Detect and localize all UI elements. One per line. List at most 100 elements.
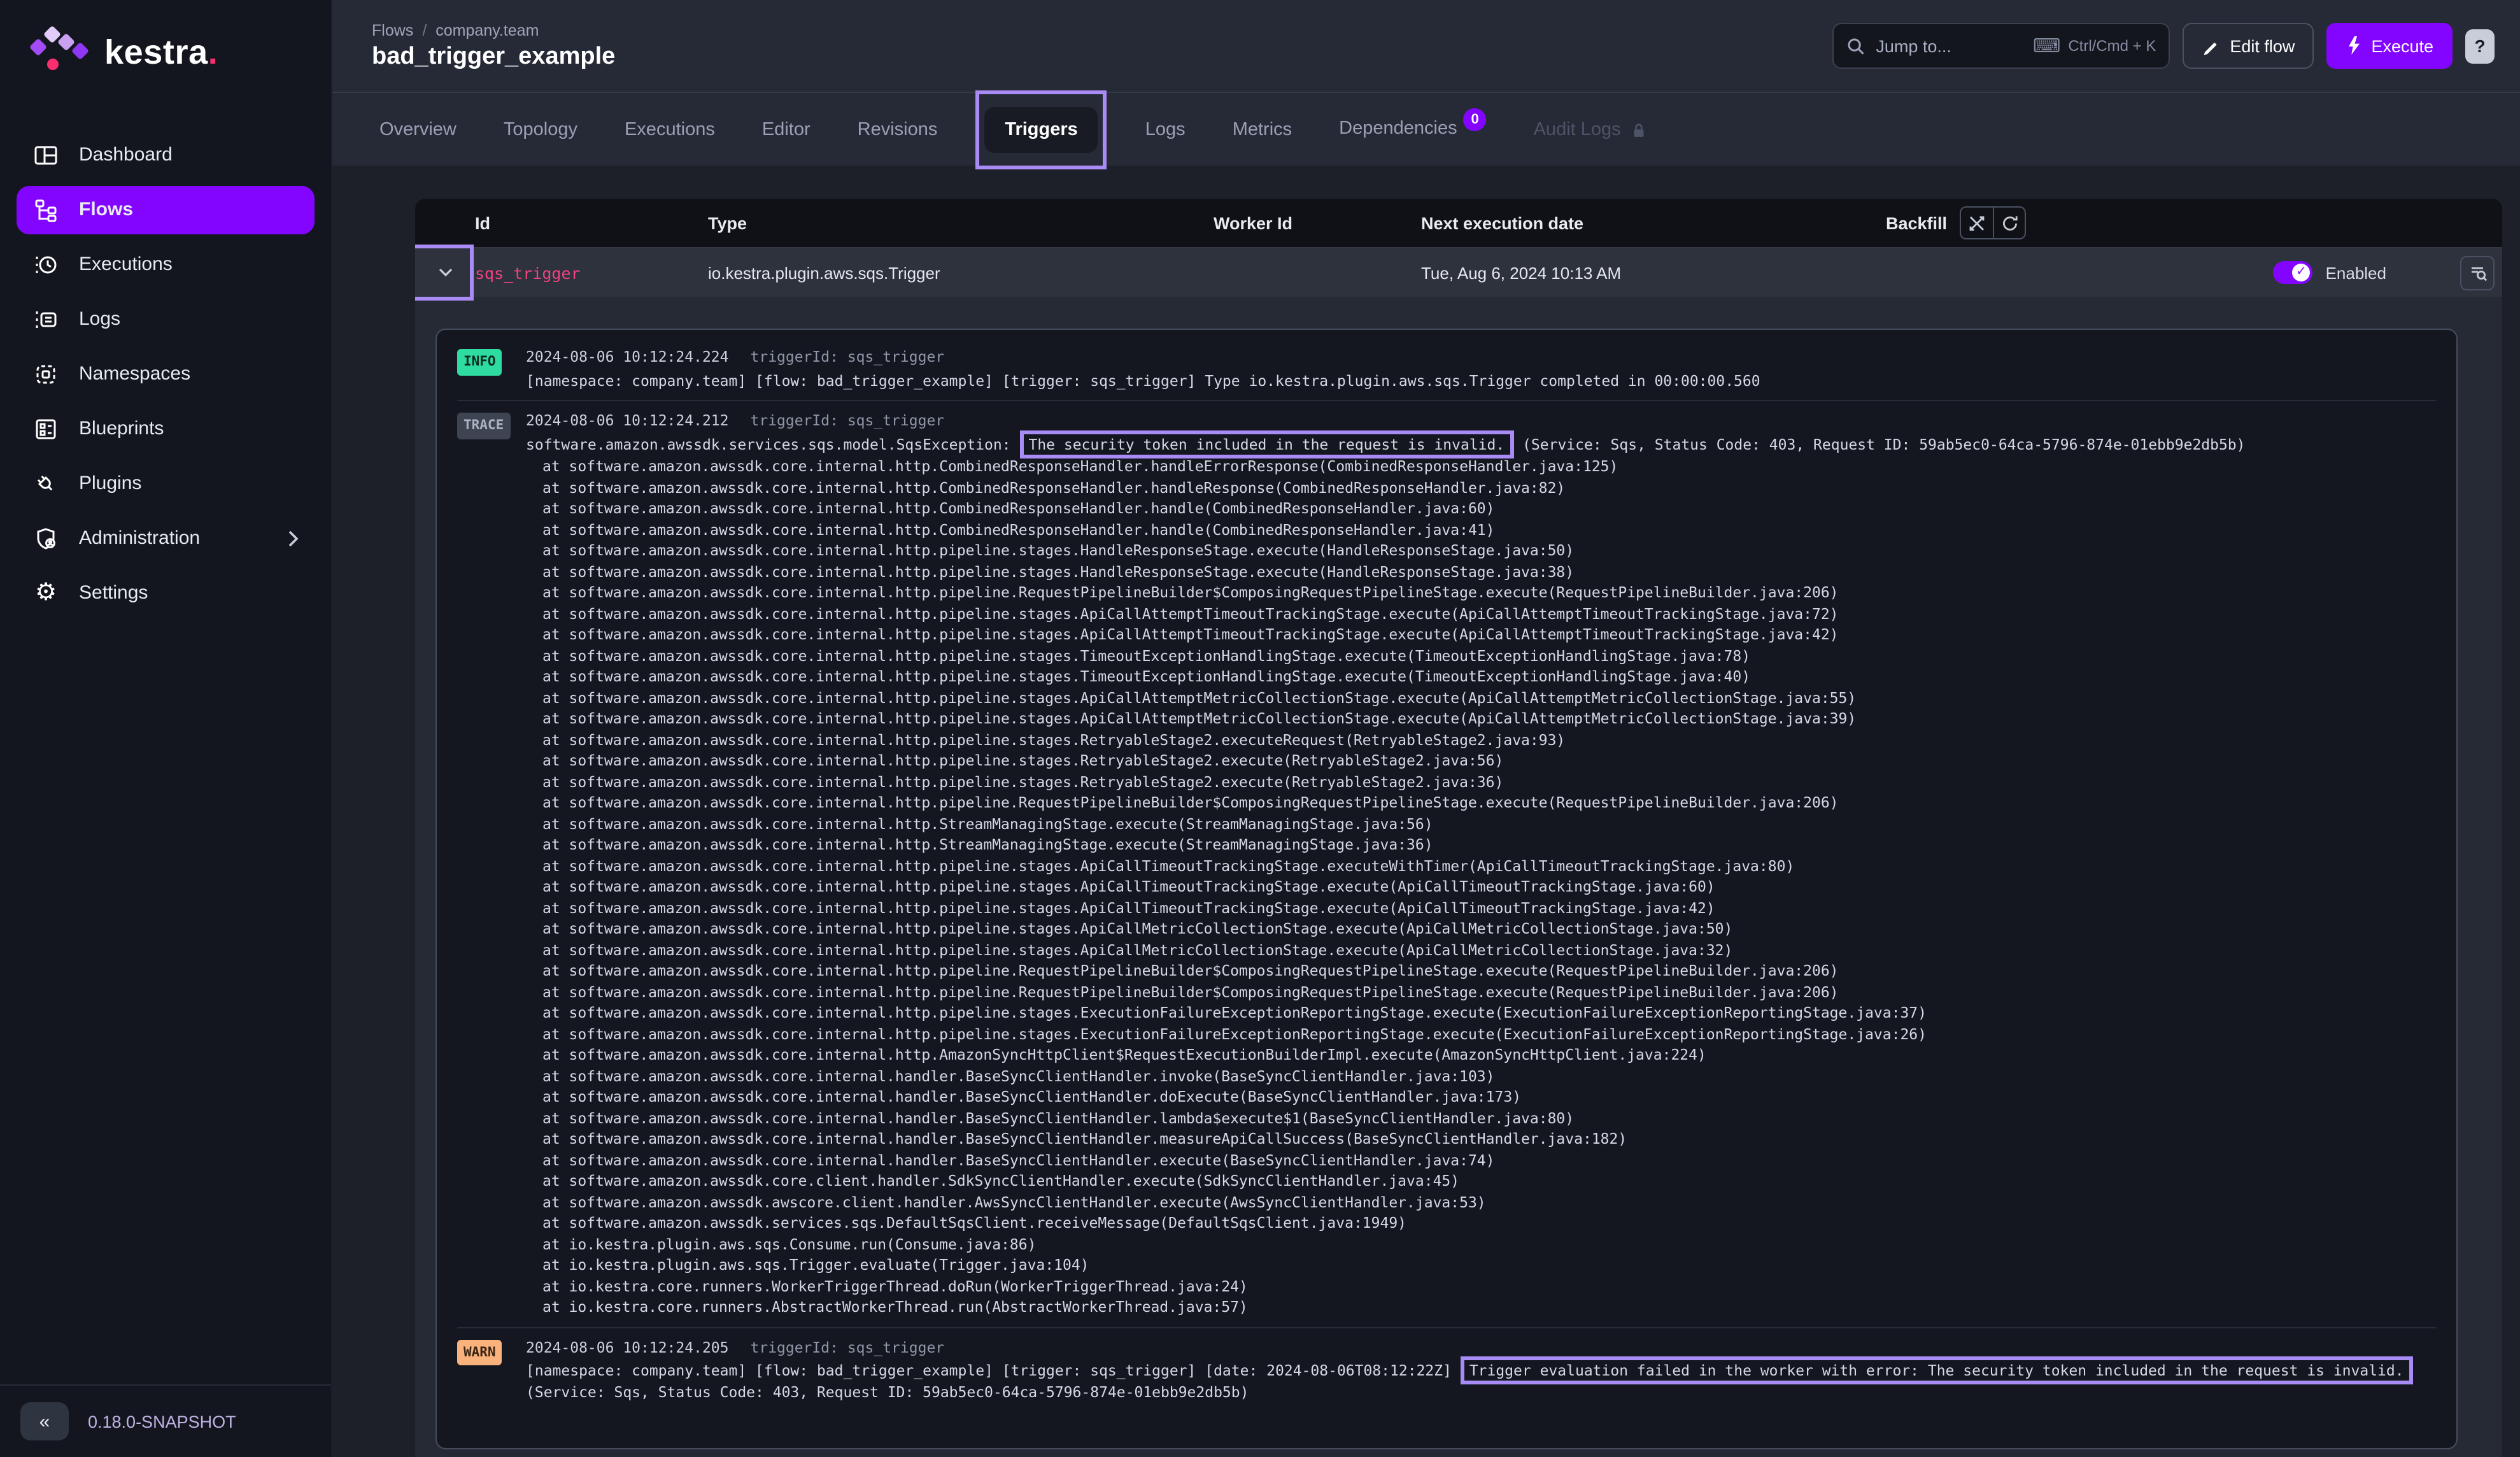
stack-trace-line: at io.kestra.core.runners.WorkerTriggerT… — [526, 1276, 2436, 1297]
log-trigger-id: triggerId: sqs_trigger — [751, 346, 945, 367]
kestra-logo[interactable]: kestra. — [0, 0, 331, 76]
stack-trace-line: at software.amazon.awssdk.core.internal.… — [526, 918, 2436, 939]
annotation-highlight-trigger-failure: Trigger evaluation failed in the worker … — [1461, 1356, 2413, 1384]
lock-icon — [1630, 120, 1646, 138]
stack-trace-line: at software.amazon.awssdk.core.internal.… — [526, 855, 2436, 876]
log-display-settings-button[interactable] — [2460, 255, 2495, 290]
kestra-logo-text: kestra. — [104, 32, 218, 72]
namespaces-icon — [32, 361, 60, 387]
trigger-id-cell[interactable]: sqs_trigger — [475, 263, 708, 282]
stack-trace-line: at software.amazon.awssdk.core.internal.… — [526, 1002, 2436, 1023]
log-timestamp: 2024-08-06 10:12:24.212 — [526, 410, 729, 431]
stack-trace-line: at software.amazon.awssdk.core.internal.… — [526, 981, 2436, 1002]
sidebar: kestra. Dashboard Flows Executions — [0, 0, 332, 1457]
tab-editor[interactable]: Editor — [762, 119, 811, 139]
sidebar-item-label: Dashboard — [79, 144, 173, 166]
administration-icon — [32, 525, 60, 551]
triggers-content: Id Type Worker Id Next execution date Ba… — [332, 166, 2520, 1457]
toggle-check-icon: ✓ — [2293, 264, 2311, 281]
log-panel: INFO 2024-08-06 10:12:24.224 triggerId: … — [435, 329, 2458, 1449]
log-timestamp: 2024-08-06 10:12:24.224 — [526, 346, 729, 367]
sidebar-item-logs[interactable]: Logs — [17, 295, 315, 343]
stack-trace-line: at software.amazon.awssdk.core.internal.… — [526, 729, 2436, 750]
stack-trace-line: at software.amazon.awssdk.services.sqs.D… — [526, 1212, 2436, 1233]
tab-logs[interactable]: Logs — [1145, 119, 1186, 139]
sidebar-item-blueprints[interactable]: Blueprints — [17, 404, 315, 453]
stack-trace-line: at software.amazon.awssdk.core.internal.… — [526, 939, 2436, 960]
log-message: software.amazon.awssdk.services.sqs.mode… — [526, 434, 2436, 455]
enabled-toggle[interactable]: ✓ — [2274, 261, 2313, 284]
stack-trace-line: at software.amazon.awssdk.core.internal.… — [526, 750, 2436, 771]
search-icon — [1846, 36, 1865, 55]
gear-icon: ⚙ — [32, 580, 60, 606]
column-header-type: Type — [708, 213, 1214, 232]
stack-trace-line: at io.kestra.plugin.aws.sqs.Trigger.eval… — [526, 1254, 2436, 1276]
backfill-refresh-icon-button[interactable] — [1993, 206, 2026, 239]
sidebar-item-flows[interactable]: Flows — [17, 185, 315, 234]
tab-audit-logs: Audit Logs — [1534, 119, 1646, 139]
sidebar-item-label: Flows — [79, 199, 133, 220]
stack-trace-line: at software.amazon.awssdk.core.internal.… — [526, 834, 2436, 855]
tab-overview[interactable]: Overview — [379, 119, 457, 139]
backfill-cancel-button[interactable] — [1960, 206, 1993, 239]
stack-trace-line: at software.amazon.awssdk.core.internal.… — [526, 498, 2436, 519]
stack-trace-line: at software.amazon.awssdk.core.internal.… — [526, 540, 2436, 561]
help-button[interactable]: ? — [2465, 29, 2495, 63]
stack-trace-line: at software.amazon.awssdk.core.internal.… — [526, 582, 2436, 603]
log-level-badge-trace: TRACE — [457, 413, 510, 439]
sidebar-item-settings[interactable]: ⚙ Settings — [17, 569, 315, 617]
logs-icon — [32, 306, 60, 332]
column-header-worker-id: Worker Id — [1214, 213, 1421, 232]
trigger-type-cell: io.kestra.plugin.aws.sqs.Trigger — [708, 263, 1214, 282]
main-area: Flows / company.team bad_trigger_example… — [332, 0, 2520, 1457]
sidebar-item-label: Blueprints — [79, 418, 164, 439]
sidebar-item-namespaces[interactable]: Namespaces — [17, 350, 315, 398]
sidebar-item-plugins[interactable]: Plugins — [17, 459, 315, 508]
dashboard-icon — [32, 142, 60, 167]
plugins-icon — [32, 471, 60, 496]
jump-to-search[interactable]: Jump to... ⌨ Ctrl/Cmd + K — [1832, 23, 2170, 69]
stack-trace-line: at software.amazon.awssdk.core.internal.… — [526, 1086, 2436, 1107]
expand-trigger-row-button[interactable] — [415, 248, 475, 297]
flows-icon — [32, 197, 60, 222]
tab-metrics[interactable]: Metrics — [1233, 119, 1292, 139]
chevron-right-icon — [288, 529, 299, 547]
stack-trace-line: at software.amazon.awssdk.core.internal.… — [526, 1149, 2436, 1170]
triggers-table: Id Type Worker Id Next execution date Ba… — [415, 199, 2502, 1457]
log-trigger-id: triggerId: sqs_trigger — [751, 410, 945, 431]
sidebar-item-label: Settings — [79, 582, 148, 604]
tab-dependencies[interactable]: Dependencies0 — [1339, 118, 1486, 141]
stack-trace-line: at software.amazon.awssdk.core.internal.… — [526, 624, 2436, 645]
blueprints-icon — [32, 416, 60, 441]
tab-executions[interactable]: Executions — [625, 119, 715, 139]
breadcrumb-flows[interactable]: Flows — [372, 21, 413, 39]
edit-flow-button[interactable]: Edit flow — [2183, 23, 2314, 69]
sidebar-item-label: Logs — [79, 308, 120, 330]
stack-trace-line: at software.amazon.awssdk.core.internal.… — [526, 876, 2436, 897]
breadcrumb-namespace[interactable]: company.team — [435, 21, 539, 39]
log-entry-warn: WARN 2024-08-06 10:12:24.205 triggerId: … — [457, 1326, 2436, 1411]
breadcrumb-separator: / — [422, 21, 427, 39]
column-header-next-execution-date: Next execution date — [1421, 213, 1886, 232]
shortcut-hint: ⌨ Ctrl/Cmd + K — [2033, 34, 2156, 57]
chevron-down-icon — [436, 266, 454, 279]
tab-topology[interactable]: Topology — [504, 119, 577, 139]
tab-triggers[interactable]: Triggers — [984, 106, 1098, 152]
log-entry-info: INFO 2024-08-06 10:12:24.224 triggerId: … — [457, 338, 2436, 400]
breadcrumb: Flows / company.team — [372, 21, 615, 39]
log-message: [namespace: company.team] [flow: bad_tri… — [526, 1360, 2436, 1402]
stack-trace-line: at software.amazon.awssdk.core.internal.… — [526, 960, 2436, 981]
log-timestamp: 2024-08-06 10:12:24.205 — [526, 1337, 729, 1358]
sidebar-item-dashboard[interactable]: Dashboard — [17, 131, 315, 179]
sidebar-collapse-button[interactable]: « — [20, 1402, 69, 1440]
kestra-app: kestra. Dashboard Flows Executions — [0, 0, 2520, 1457]
log-trigger-id: triggerId: sqs_trigger — [751, 1337, 945, 1358]
stack-trace-line: at software.amazon.awssdk.core.internal.… — [526, 813, 2436, 834]
sidebar-item-executions[interactable]: Executions — [17, 240, 315, 288]
sidebar-item-label: Administration — [79, 527, 200, 549]
tab-revisions[interactable]: Revisions — [858, 119, 938, 139]
sidebar-item-administration[interactable]: Administration — [17, 514, 315, 562]
expanded-trigger-logs: INFO 2024-08-06 10:12:24.224 triggerId: … — [415, 297, 2502, 1457]
column-header-id: Id — [475, 213, 708, 232]
execute-button[interactable]: Execute — [2326, 23, 2453, 69]
